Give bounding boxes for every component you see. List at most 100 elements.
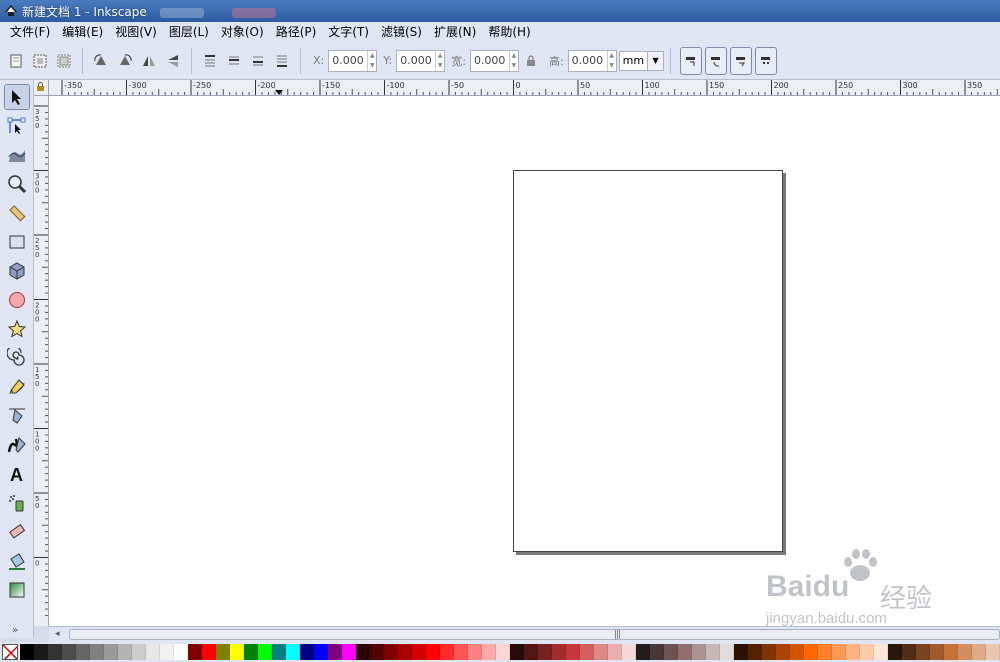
color-swatch[interactable]	[720, 644, 734, 660]
color-swatch[interactable]	[76, 644, 90, 660]
color-swatch[interactable]	[664, 644, 678, 660]
color-swatch[interactable]	[804, 644, 818, 660]
color-swatch[interactable]	[622, 644, 636, 660]
menu-layer[interactable]: 图层(L)	[163, 22, 215, 42]
x-input[interactable]	[329, 50, 368, 71]
lock-guides-icon[interactable]	[34, 80, 48, 94]
color-swatch[interactable]	[104, 644, 118, 660]
color-swatch[interactable]	[762, 644, 776, 660]
lock-icon[interactable]	[520, 50, 542, 72]
color-swatch[interactable]	[244, 644, 258, 660]
width-spin-arrows[interactable]: ▲ ▼	[508, 50, 518, 71]
drawing-canvas[interactable]	[49, 96, 1000, 626]
color-swatch[interactable]	[916, 644, 930, 660]
color-swatch[interactable]	[426, 644, 440, 660]
color-swatch[interactable]	[356, 644, 370, 660]
zoom-tool-icon[interactable]	[4, 171, 30, 197]
menu-edit[interactable]: 编辑(E)	[56, 22, 109, 42]
select-all-icon[interactable]	[5, 50, 27, 72]
color-swatch[interactable]	[440, 644, 454, 660]
menu-help[interactable]: 帮助(H)	[482, 22, 536, 42]
height-field[interactable]: ▲▼	[567, 49, 617, 72]
color-swatch[interactable]	[90, 644, 104, 660]
y-spin-arrows[interactable]: ▲ ▼	[435, 50, 444, 71]
color-swatch[interactable]	[20, 644, 34, 660]
document-page[interactable]	[513, 170, 783, 552]
menu-text[interactable]: 文字(T)	[322, 22, 375, 42]
color-swatch[interactable]	[832, 644, 846, 660]
color-swatch[interactable]	[202, 644, 216, 660]
select-all-layers-icon[interactable]	[29, 50, 51, 72]
color-swatch[interactable]	[748, 644, 762, 660]
rotate-cw-icon[interactable]	[114, 50, 136, 72]
spiral-tool-icon[interactable]	[4, 345, 30, 371]
y-input[interactable]	[397, 50, 436, 71]
color-swatch[interactable]	[538, 644, 552, 660]
scale-corners-icon[interactable]	[705, 46, 728, 75]
color-swatch[interactable]	[384, 644, 398, 660]
scale-stroke-icon[interactable]	[680, 46, 703, 75]
color-swatch[interactable]	[608, 644, 622, 660]
color-swatch[interactable]	[62, 644, 76, 660]
color-swatch[interactable]	[118, 644, 132, 660]
rectangle-tool-icon[interactable]	[4, 229, 30, 255]
color-swatch[interactable]	[34, 644, 48, 660]
color-swatch[interactable]	[650, 644, 664, 660]
calligraphy-tool-icon[interactable]	[4, 432, 30, 458]
color-swatch[interactable]	[258, 644, 272, 660]
color-swatch[interactable]	[174, 644, 188, 660]
move-patterns-icon[interactable]	[755, 46, 778, 75]
deselect-icon[interactable]	[53, 50, 75, 72]
rotate-ccw-icon[interactable]	[90, 50, 112, 72]
measure-tool-icon[interactable]	[4, 200, 30, 226]
pen-tool-icon[interactable]	[4, 403, 30, 429]
color-swatch[interactable]	[860, 644, 874, 660]
color-swatch[interactable]	[524, 644, 538, 660]
color-swatch[interactable]	[510, 644, 524, 660]
no-color-swatch[interactable]	[2, 644, 18, 660]
color-swatch[interactable]	[468, 644, 482, 660]
gradient-tool-icon[interactable]	[4, 577, 30, 603]
scroll-left-icon[interactable]: ◂	[55, 629, 60, 639]
color-swatch[interactable]	[972, 644, 986, 660]
star-tool-icon[interactable]	[4, 316, 30, 342]
color-swatch[interactable]	[328, 644, 342, 660]
text-tool-icon[interactable]: A	[4, 461, 30, 487]
color-swatch[interactable]	[412, 644, 426, 660]
color-swatch[interactable]	[188, 644, 202, 660]
lower-to-bottom-icon[interactable]	[271, 50, 293, 72]
menu-extensions[interactable]: 扩展(N)	[428, 22, 482, 42]
color-swatch[interactable]	[146, 644, 160, 660]
ellipse-tool-icon[interactable]	[4, 287, 30, 313]
menu-object[interactable]: 对象(O)	[215, 22, 270, 42]
chevron-down-icon[interactable]: ▼	[647, 51, 664, 70]
color-swatch[interactable]	[944, 644, 958, 660]
color-swatch[interactable]	[790, 644, 804, 660]
menu-file[interactable]: 文件(F)	[4, 22, 56, 42]
raise-to-top-icon[interactable]	[199, 50, 221, 72]
color-swatch[interactable]	[132, 644, 146, 660]
height-input[interactable]	[568, 50, 607, 71]
lower-icon[interactable]	[247, 50, 269, 72]
pencil-tool-icon[interactable]	[4, 374, 30, 400]
flip-horizontal-icon[interactable]	[138, 50, 160, 72]
spray-tool-icon[interactable]	[4, 490, 30, 516]
color-swatch[interactable]	[776, 644, 790, 660]
width-input[interactable]	[470, 50, 509, 71]
color-swatch[interactable]	[706, 644, 720, 660]
y-field[interactable]: ▲▼	[396, 49, 446, 72]
menu-filters[interactable]: 滤镜(S)	[375, 22, 428, 42]
raise-icon[interactable]	[223, 50, 245, 72]
color-swatch[interactable]	[930, 644, 944, 660]
scrollbar-thumb[interactable]: |||	[69, 629, 1000, 640]
color-swatch[interactable]	[482, 644, 496, 660]
tweak-tool-icon[interactable]	[4, 142, 30, 168]
flip-vertical-icon[interactable]	[162, 50, 184, 72]
color-swatch[interactable]	[692, 644, 706, 660]
3d-box-tool-icon[interactable]	[4, 258, 30, 284]
x-spin-arrows[interactable]: ▲ ▼	[367, 50, 376, 71]
color-swatch[interactable]	[286, 644, 300, 660]
node-tool-icon[interactable]	[4, 113, 30, 139]
color-swatch[interactable]	[454, 644, 468, 660]
color-swatch[interactable]	[958, 644, 972, 660]
